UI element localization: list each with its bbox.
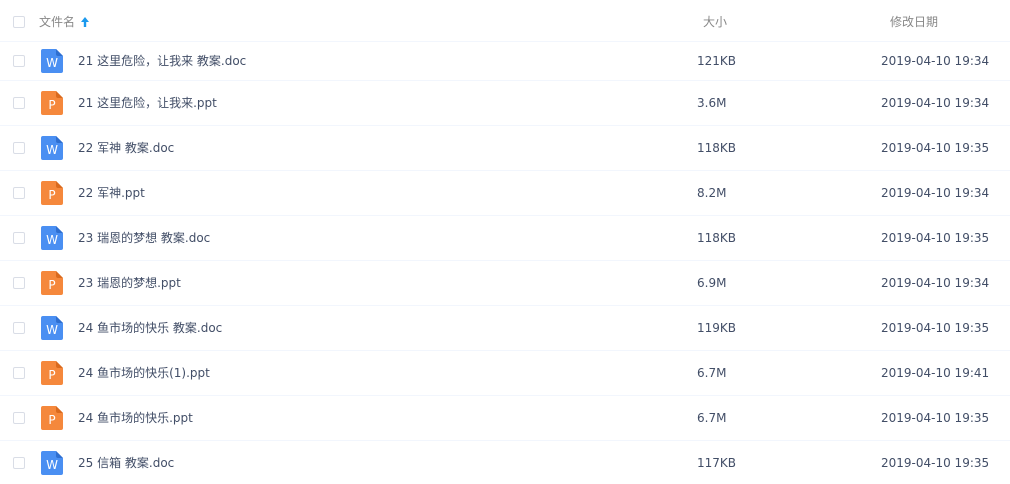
row-checkbox[interactable] [13, 277, 25, 289]
row-checkbox[interactable] [13, 232, 25, 244]
row-checkbox[interactable] [13, 97, 25, 109]
column-header-name[interactable]: 文件名 [39, 15, 90, 29]
file-name-link[interactable]: 24 鱼市场的快乐 教案.doc [78, 320, 222, 336]
file-size: 118KB [697, 141, 737, 155]
table-row[interactable]: W 23 瑞恩的梦想 教案.doc 118KB 2019-04-10 19:35 [0, 216, 1010, 261]
row-checkbox[interactable] [13, 457, 25, 469]
ppt-file-icon: P [41, 406, 63, 430]
file-size: 118KB [697, 231, 737, 245]
file-size: 6.9M [697, 276, 727, 290]
file-modified-date: 2019-04-10 19:41 [881, 366, 990, 380]
file-list: 文件名 大小 修改日期 W 21 这里危险，让我来 教案.doc 121KB 2… [0, 0, 1010, 484]
word-file-icon: W [41, 136, 63, 160]
file-size: 117KB [697, 456, 737, 470]
column-header-name-label: 文件名 [39, 15, 76, 29]
row-checkbox[interactable] [13, 322, 25, 334]
file-name-link[interactable]: 21 这里危险，让我来 教案.doc [78, 53, 246, 69]
svg-text:P: P [48, 188, 55, 202]
table-row[interactable]: P 21 这里危险，让我来.ppt 3.6M 2019-04-10 19:34 [0, 81, 1010, 126]
word-file-icon: W [41, 451, 63, 475]
word-file-icon: W [41, 49, 63, 73]
file-size: 121KB [697, 54, 737, 68]
ppt-file-icon: P [41, 271, 63, 295]
table-row[interactable]: W 21 这里危险，让我来 教案.doc 121KB 2019-04-10 19… [0, 42, 1010, 81]
file-name-link[interactable]: 23 瑞恩的梦想.ppt [78, 275, 181, 291]
file-modified-date: 2019-04-10 19:35 [881, 321, 990, 335]
table-row[interactable]: W 22 军神 教案.doc 118KB 2019-04-10 19:35 [0, 126, 1010, 171]
svg-text:W: W [46, 143, 58, 157]
svg-text:P: P [48, 368, 55, 382]
svg-text:W: W [46, 458, 58, 472]
file-size: 119KB [697, 321, 737, 335]
file-name-link[interactable]: 22 军神 教案.doc [78, 140, 174, 156]
file-modified-date: 2019-04-10 19:35 [881, 231, 990, 245]
file-size: 8.2M [697, 186, 727, 200]
file-modified-date: 2019-04-10 19:35 [881, 141, 990, 155]
table-row[interactable]: P 24 鱼市场的快乐(1).ppt 6.7M 2019-04-10 19:41 [0, 351, 1010, 396]
file-name-link[interactable]: 24 鱼市场的快乐(1).ppt [78, 365, 210, 381]
table-row[interactable]: P 23 瑞恩的梦想.ppt 6.9M 2019-04-10 19:34 [0, 261, 1010, 306]
column-header-size[interactable]: 大小 [703, 15, 727, 29]
file-size: 6.7M [697, 411, 727, 425]
file-name-link[interactable]: 24 鱼市场的快乐.ppt [78, 410, 193, 426]
table-row[interactable]: W 24 鱼市场的快乐 教案.doc 119KB 2019-04-10 19:3… [0, 306, 1010, 351]
table-row[interactable]: P 22 军神.ppt 8.2M 2019-04-10 19:34 [0, 171, 1010, 216]
table-row[interactable]: P 24 鱼市场的快乐.ppt 6.7M 2019-04-10 19:35 [0, 396, 1010, 441]
word-file-icon: W [41, 316, 63, 340]
row-checkbox[interactable] [13, 187, 25, 199]
file-modified-date: 2019-04-10 19:34 [881, 276, 990, 290]
file-name-link[interactable]: 21 这里危险，让我来.ppt [78, 95, 217, 111]
svg-text:W: W [46, 233, 58, 247]
file-modified-date: 2019-04-10 19:34 [881, 54, 990, 68]
word-file-icon: W [41, 226, 63, 250]
file-size: 6.7M [697, 366, 727, 380]
file-list-header: 文件名 大小 修改日期 [0, 0, 1010, 42]
file-modified-date: 2019-04-10 19:35 [881, 456, 990, 470]
ppt-file-icon: P [41, 181, 63, 205]
file-name-link[interactable]: 23 瑞恩的梦想 教案.doc [78, 230, 210, 246]
file-name-link[interactable]: 25 信箱 教案.doc [78, 455, 174, 471]
svg-text:P: P [48, 413, 55, 427]
table-row[interactable]: W 25 信箱 教案.doc 117KB 2019-04-10 19:35 [0, 441, 1010, 484]
arrow-up-icon [81, 17, 90, 27]
file-modified-date: 2019-04-10 19:34 [881, 96, 990, 110]
ppt-file-icon: P [41, 91, 63, 115]
column-header-date[interactable]: 修改日期 [890, 15, 938, 29]
file-name-link[interactable]: 22 军神.ppt [78, 185, 145, 201]
select-all-checkbox[interactable] [13, 16, 25, 28]
file-modified-date: 2019-04-10 19:34 [881, 186, 990, 200]
svg-text:W: W [46, 323, 58, 337]
svg-text:P: P [48, 278, 55, 292]
file-modified-date: 2019-04-10 19:35 [881, 411, 990, 425]
file-size: 3.6M [697, 96, 727, 110]
row-checkbox[interactable] [13, 367, 25, 379]
row-checkbox[interactable] [13, 55, 25, 67]
svg-text:W: W [46, 56, 58, 70]
row-checkbox[interactable] [13, 142, 25, 154]
svg-text:P: P [48, 98, 55, 112]
row-checkbox[interactable] [13, 412, 25, 424]
ppt-file-icon: P [41, 361, 63, 385]
